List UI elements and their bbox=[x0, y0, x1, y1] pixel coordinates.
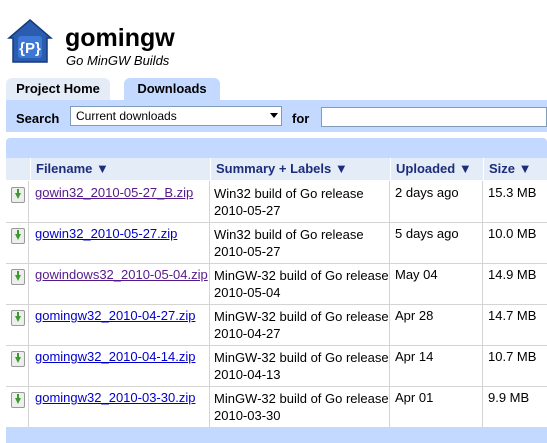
download-icon[interactable] bbox=[11, 228, 25, 244]
table-bottom-bar bbox=[6, 427, 547, 443]
project-summary: Go MinGW Builds bbox=[66, 53, 170, 68]
table-row: gomingw32_2010-04-14.zip MinGW-32 build o… bbox=[6, 345, 547, 387]
uploaded-cell: 2 days ago bbox=[390, 181, 483, 222]
summary-cell: Win32 build of Go release 2010-05-27 bbox=[210, 222, 390, 263]
download-icon-cell bbox=[9, 386, 29, 427]
download-filter-select[interactable]: Current downloads bbox=[70, 106, 282, 126]
filename-cell: gowin32_2010-05-27_B.zip bbox=[30, 181, 210, 222]
table-top-bar bbox=[6, 138, 547, 158]
search-label: Search bbox=[16, 111, 60, 126]
filename-cell: gowindows32_2010-05-04.zip bbox=[30, 263, 210, 304]
download-icon-cell bbox=[9, 304, 29, 345]
filename-cell: gomingw32_2010-04-14.zip bbox=[30, 345, 210, 386]
header-filename[interactable]: Filename ▼ bbox=[30, 158, 210, 180]
header-icon-column bbox=[6, 158, 30, 180]
size-cell: 15.3 MB bbox=[488, 185, 537, 200]
filename-link[interactable]: gomingw32_2010-03-30.zip bbox=[35, 390, 195, 405]
table-row: gomingw32_2010-04-27.zip MinGW-32 build o… bbox=[6, 304, 547, 346]
tab-project-home[interactable]: Project Home bbox=[6, 78, 110, 100]
filename-cell: gowin32_2010-05-27.zip bbox=[30, 222, 210, 263]
download-icon[interactable] bbox=[11, 269, 25, 285]
download-icon[interactable] bbox=[11, 392, 25, 408]
size-cell: 9.9 MB bbox=[488, 390, 530, 405]
uploaded-cell: Apr 14 bbox=[390, 345, 483, 386]
tab-downloads[interactable]: Downloads bbox=[124, 78, 220, 100]
table-row: gowin32_2010-05-27_B.zip Win32 build of G… bbox=[6, 181, 547, 223]
uploaded-cell: Apr 01 bbox=[390, 386, 483, 427]
filename-link[interactable]: gowin32_2010-05-27.zip bbox=[35, 226, 177, 241]
project-logo-icon: {P} bbox=[7, 19, 53, 63]
download-icon-cell bbox=[9, 263, 29, 304]
size-cell: 10.0 MB bbox=[488, 226, 537, 241]
filename-link[interactable]: gowindows32_2010-05-04.zip bbox=[35, 267, 208, 282]
download-filter-value: Current downloads bbox=[76, 109, 177, 123]
filename-link[interactable]: gowin32_2010-05-27_B.zip bbox=[35, 185, 193, 200]
uploaded-cell: May 04 bbox=[390, 263, 483, 304]
summary-cell: MinGW-32 build of Go release 2010-03-30 bbox=[210, 386, 390, 427]
table-row: gowin32_2010-05-27.zip Win32 build of Go … bbox=[6, 222, 547, 264]
search-input[interactable] bbox=[321, 107, 547, 127]
size-cell: 14.9 MB bbox=[488, 267, 537, 282]
download-icon-cell bbox=[9, 345, 29, 386]
filename-link[interactable]: gomingw32_2010-04-27.zip bbox=[35, 308, 195, 323]
summary-cell: MinGW-32 build of Go release 2010-04-27 bbox=[210, 304, 390, 345]
download-icon[interactable] bbox=[11, 351, 25, 367]
uploaded-cell: 5 days ago bbox=[390, 222, 483, 263]
search-bar: Search Current downloads for bbox=[6, 100, 547, 132]
summary-cell: MinGW-32 build of Go release 2010-05-04 bbox=[210, 263, 390, 304]
for-label: for bbox=[292, 111, 310, 126]
download-icon[interactable] bbox=[11, 310, 25, 326]
uploaded-cell: Apr 28 bbox=[390, 304, 483, 345]
header-size[interactable]: Size ▼ bbox=[483, 158, 547, 180]
table-header: Filename ▼ Summary + Labels ▼ Uploaded ▼… bbox=[6, 158, 547, 180]
filename-cell: gomingw32_2010-03-30.zip bbox=[30, 386, 210, 427]
header-summary[interactable]: Summary + Labels ▼ bbox=[210, 158, 390, 180]
dropdown-arrow-icon bbox=[270, 113, 278, 118]
filename-cell: gomingw32_2010-04-27.zip bbox=[30, 304, 210, 345]
header-uploaded[interactable]: Uploaded ▼ bbox=[390, 158, 483, 180]
download-icon-cell bbox=[9, 181, 29, 222]
summary-cell: Win32 build of Go release 2010-05-27 bbox=[210, 181, 390, 222]
download-icon[interactable] bbox=[11, 187, 25, 203]
table-row: gomingw32_2010-03-30.zip MinGW-32 build o… bbox=[6, 386, 547, 428]
size-cell: 14.7 MB bbox=[488, 308, 537, 323]
svg-text:{P}: {P} bbox=[19, 40, 41, 57]
summary-cell: MinGW-32 build of Go release 2010-04-13 bbox=[210, 345, 390, 386]
filename-link[interactable]: gomingw32_2010-04-14.zip bbox=[35, 349, 195, 364]
size-cell: 10.7 MB bbox=[488, 349, 537, 364]
project-name[interactable]: gomingw bbox=[65, 24, 175, 53]
download-icon-cell bbox=[9, 222, 29, 263]
table-row: gowindows32_2010-05-04.zip MinGW-32 build… bbox=[6, 263, 547, 305]
